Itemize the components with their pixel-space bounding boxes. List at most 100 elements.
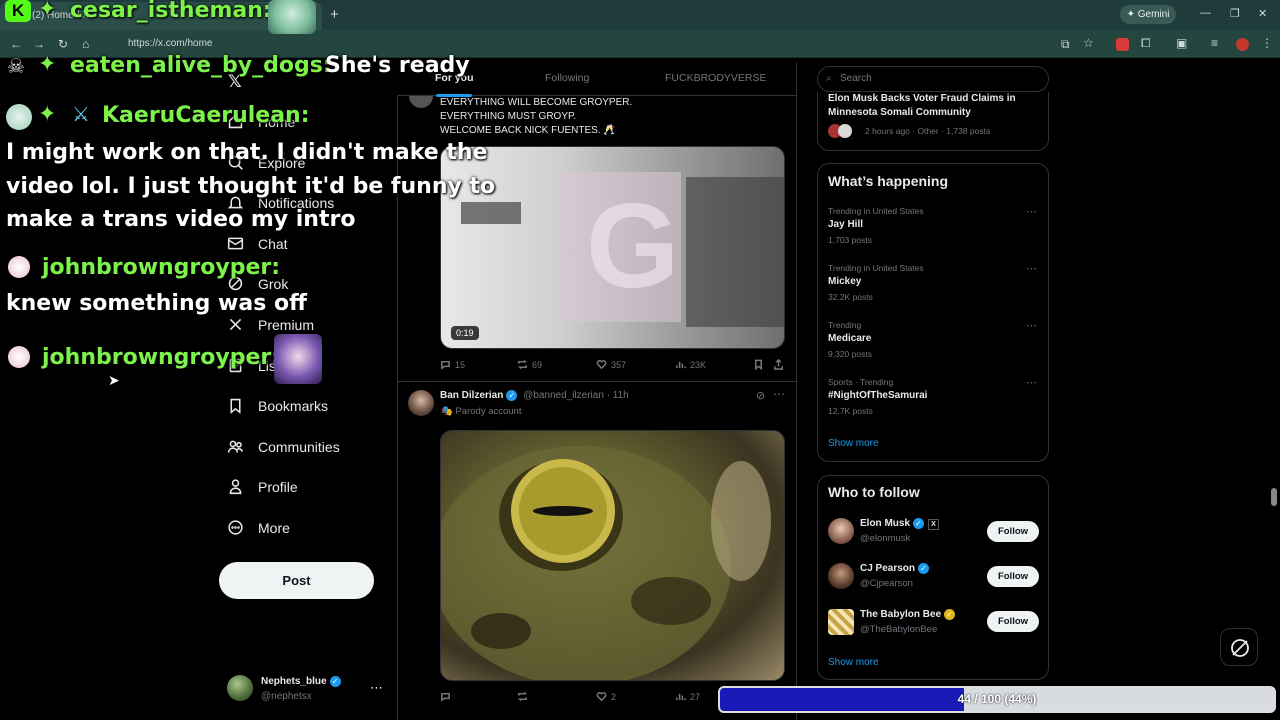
sidebar-item-chat[interactable]: Chat	[227, 235, 288, 252]
bookmark-button[interactable]	[753, 359, 764, 370]
search-input[interactable]: ⌕ Search	[817, 66, 1049, 92]
news-headline[interactable]: Elon Musk Backs Voter Fraud Claims in Mi…	[828, 92, 1040, 120]
install-icon[interactable]: ⧉	[1061, 37, 1070, 52]
parody-badge-label: Parody account	[455, 406, 522, 417]
account-more-icon[interactable]: ⋯	[370, 680, 383, 696]
tweet-divider	[397, 381, 796, 382]
show-more-trends-link[interactable]: Show more	[828, 438, 879, 449]
follow-button[interactable]: Follow	[987, 521, 1039, 542]
sidebar-item-premium[interactable]: Premium	[227, 316, 314, 333]
avatar[interactable]	[408, 390, 434, 416]
repost-icon	[517, 691, 528, 702]
reload-icon[interactable]: ↻	[58, 37, 68, 51]
search-icon: ⌕	[826, 73, 832, 84]
browser-menu-icon[interactable]: ⋮	[1261, 36, 1273, 50]
video-duration: 0:19	[451, 326, 479, 340]
sparkle-badge-icon: ✦	[38, 52, 57, 77]
minimize-icon[interactable]: —	[1200, 7, 1211, 19]
home-browser-icon[interactable]: ⌂	[82, 37, 89, 51]
bookmark-icon	[754, 359, 763, 370]
progress-bar: 44 / 100 (44%)	[718, 686, 1276, 713]
avatar[interactable]	[828, 518, 854, 544]
sidebar-item-label: Premium	[258, 316, 315, 333]
people-icon	[227, 440, 244, 453]
tab-search-icon[interactable]: ≡	[1211, 36, 1218, 50]
avatar[interactable]	[828, 609, 854, 635]
like-button[interactable]: 357	[596, 359, 626, 370]
follow-handle: @Cjpearson	[860, 578, 913, 589]
post-button[interactable]: Post	[219, 562, 374, 599]
search-placeholder: Search	[840, 73, 872, 84]
sidebar-item-more[interactable]: More	[227, 519, 290, 536]
trend-more-icon[interactable]: ⋯	[1026, 262, 1037, 275]
tweet-more-icon[interactable]: ⋯	[773, 387, 785, 401]
follow-button[interactable]: Follow	[987, 611, 1039, 632]
reply-button[interactable]: 15	[440, 359, 465, 370]
follow-name[interactable]: CJ Pearson ✓	[860, 563, 930, 575]
more-circle-icon	[228, 520, 243, 535]
avatar[interactable]	[828, 563, 854, 589]
grok-explain-icon[interactable]: ⊘	[756, 389, 765, 402]
follow-name[interactable]: The Babylon Bee ✓	[860, 609, 956, 620]
new-tab-icon[interactable]: +	[330, 6, 339, 23]
trend-more-icon[interactable]: ⋯	[1026, 205, 1037, 218]
trend-more-icon[interactable]: ⋯	[1026, 319, 1037, 332]
address-bar[interactable]: https://x.com/home	[110, 35, 1050, 53]
profile-avatar[interactable]	[1236, 38, 1249, 51]
chat-username: johnbrowngroyper:	[42, 345, 281, 370]
reply-button[interactable]	[440, 691, 455, 702]
tab-following[interactable]: Following	[545, 72, 589, 84]
follow-button[interactable]: Follow	[987, 566, 1039, 587]
back-icon[interactable]: ←	[10, 37, 22, 51]
repost-button[interactable]	[517, 691, 532, 702]
extensions-icon[interactable]: ⧠	[1141, 36, 1151, 51]
tweet-text-line: WELCOME BACK NICK FUENTES. 🥂	[440, 125, 616, 136]
trend-context: Sports · Trending	[828, 377, 894, 387]
sidebar-item-label: Chat	[258, 235, 288, 252]
show-more-follow-link[interactable]: Show more	[828, 657, 879, 668]
window-close-icon[interactable]: ✕	[1258, 7, 1267, 20]
repost-button[interactable]: 69	[517, 359, 542, 370]
tweet-text-line: EVERYTHING WILL BECOME GROYPER.	[440, 97, 633, 108]
gemini-button[interactable]: ✦ Gemini	[1120, 5, 1176, 24]
emote-image	[268, 0, 316, 34]
news-meta: 2 hours ago · Other · 1,738 posts	[865, 126, 991, 136]
avatar[interactable]	[409, 96, 433, 108]
bookmark-icon	[230, 398, 241, 414]
views-button[interactable]: 23K	[675, 359, 706, 370]
like-button[interactable]: 2	[596, 691, 616, 702]
chat-username: johnbrowngroyper:	[42, 255, 281, 280]
avatar[interactable]	[227, 675, 253, 701]
scrollbar[interactable]	[1271, 488, 1277, 506]
tweet-time[interactable]: 11h	[613, 390, 629, 401]
follow-handle: @elonmusk	[860, 533, 911, 544]
author-name[interactable]: Ban Dilzerian	[440, 390, 503, 401]
grok-float-button[interactable]	[1220, 628, 1258, 666]
account-name[interactable]: Nephets_blue ✓	[261, 676, 341, 687]
chat-username: eaten_alive_by_dogs:	[70, 53, 332, 78]
repost-icon	[517, 359, 528, 370]
views-button[interactable]: 27	[675, 691, 700, 702]
sidebar-item-label: Bookmarks	[258, 397, 329, 414]
follow-name[interactable]: Elon Musk ✓ X	[860, 518, 940, 531]
reply-icon	[441, 360, 450, 370]
follow-name-text: CJ Pearson	[860, 563, 916, 575]
author-handle[interactable]: @banned_ilzerian	[523, 390, 604, 401]
sidebar-item-profile[interactable]: Profile	[227, 478, 298, 495]
mask-icon: 🎭	[441, 406, 456, 417]
sidebar-item-communities[interactable]: Communities	[227, 438, 340, 455]
like-count: 357	[611, 359, 627, 370]
adblock-extension-icon[interactable]	[1116, 38, 1129, 51]
share-button[interactable]	[773, 359, 784, 370]
sidepanel-icon[interactable]: ▣	[1176, 36, 1187, 50]
restore-icon[interactable]: ❐	[1230, 7, 1240, 20]
reply-count: 15	[455, 359, 466, 370]
bookmark-star-icon[interactable]: ☆	[1083, 36, 1094, 50]
sidebar-item-bookmarks[interactable]: Bookmarks	[227, 397, 328, 414]
trend-more-icon[interactable]: ⋯	[1026, 376, 1037, 389]
mouse-cursor-icon: ➤	[108, 372, 120, 388]
forward-icon[interactable]: →	[33, 37, 45, 51]
tab-fuckbrodyverse[interactable]: FUCKBRODYVERSE	[665, 72, 767, 84]
tweet-image[interactable]	[440, 430, 785, 681]
grok-icon	[1231, 639, 1249, 657]
